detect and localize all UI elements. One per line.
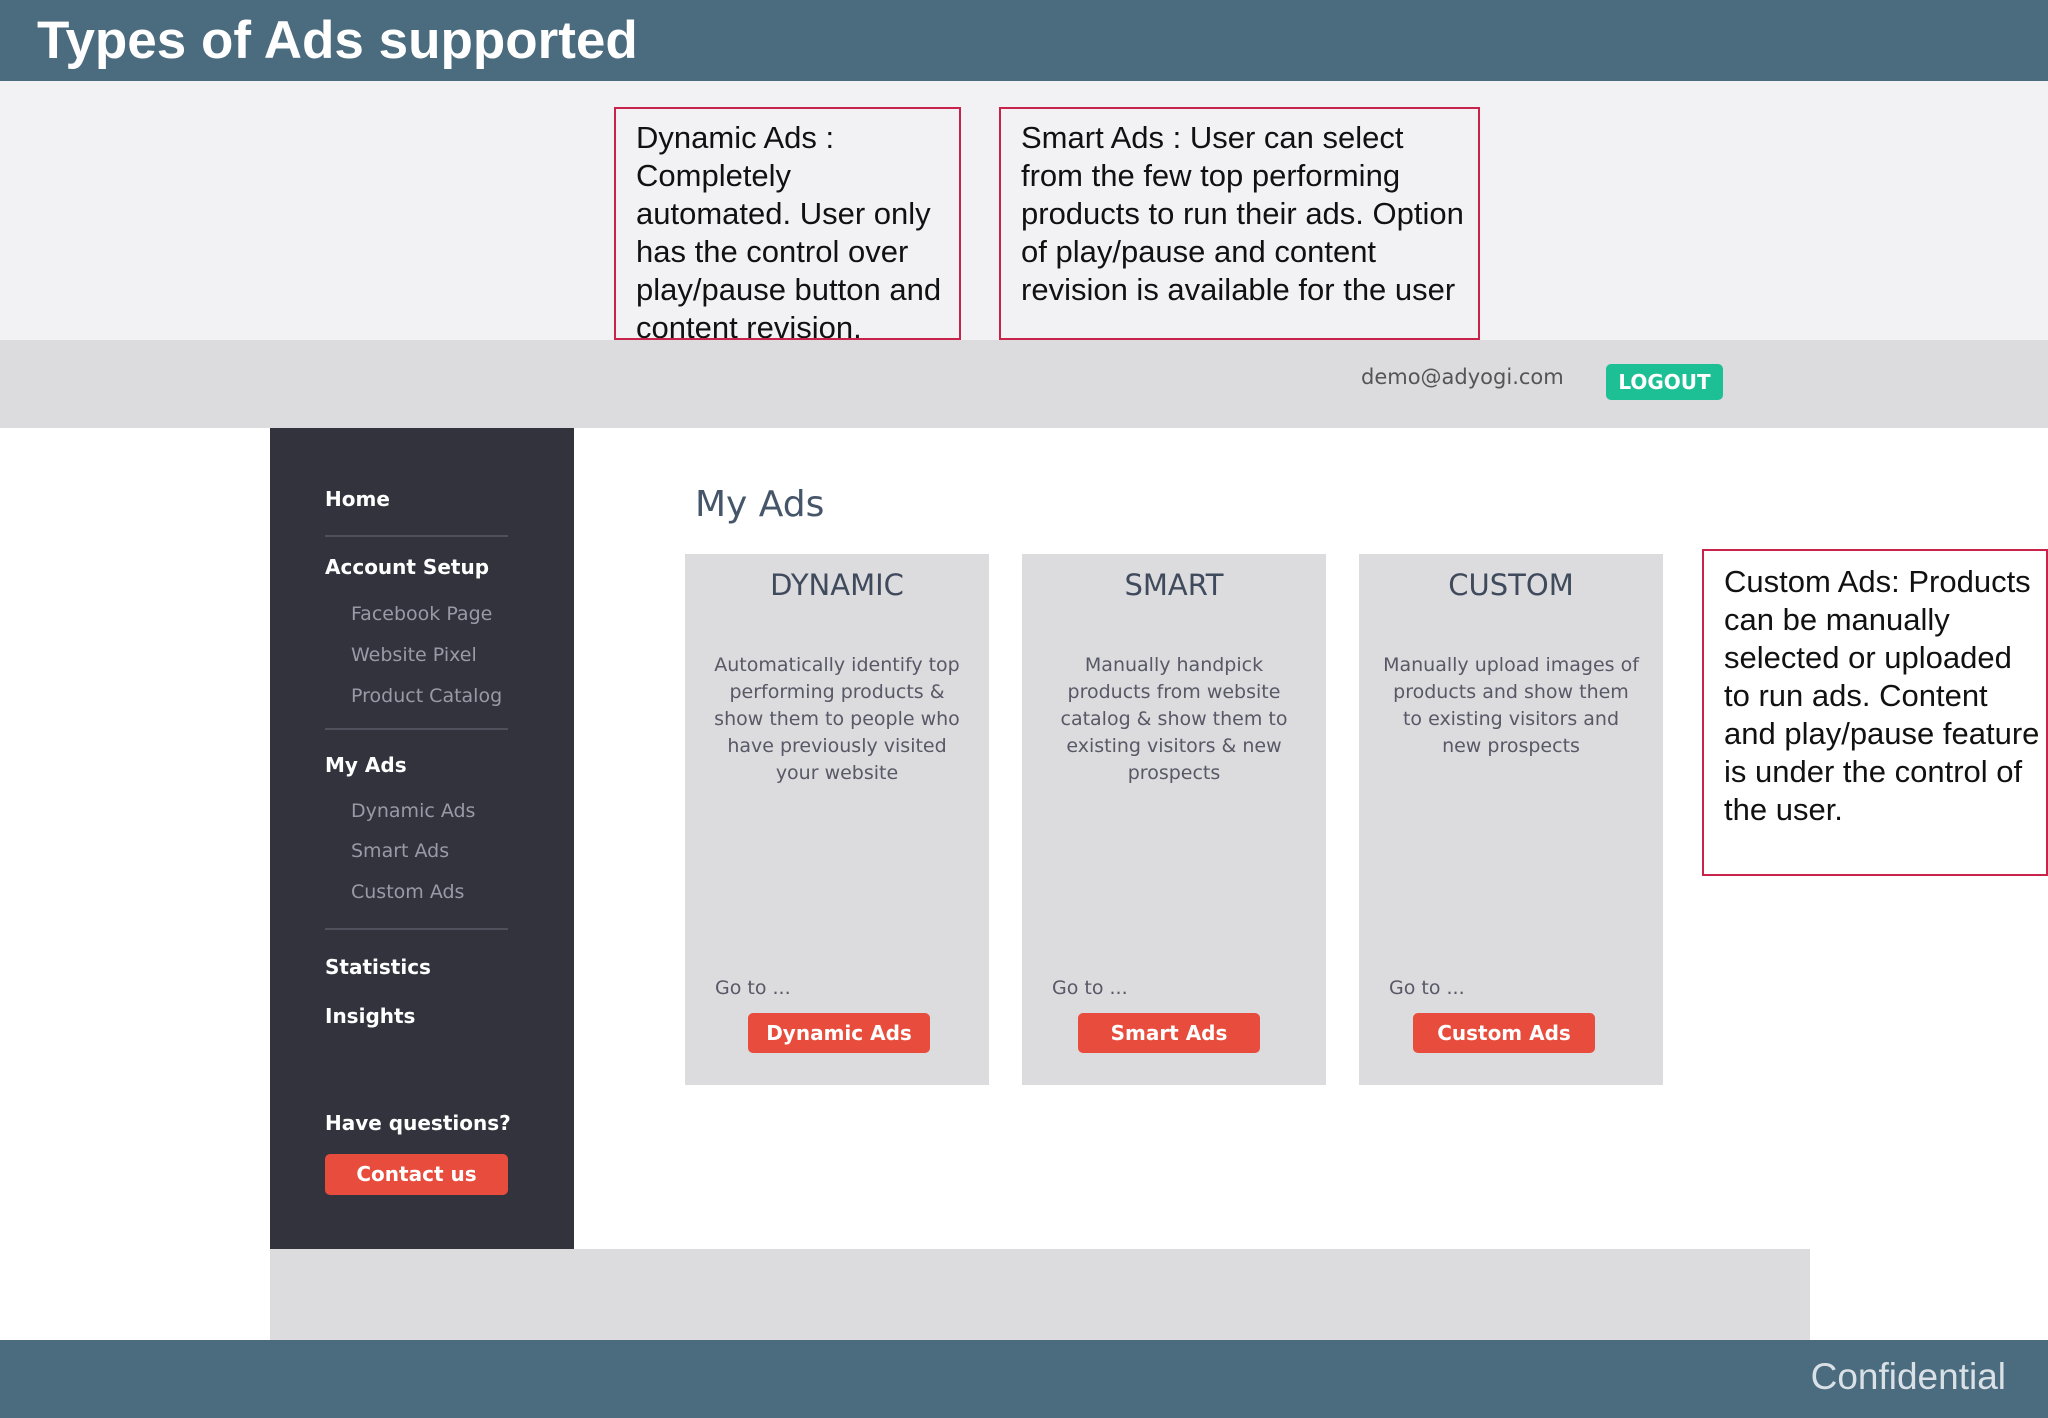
sidebar-item-website-pixel[interactable]: Website Pixel — [351, 644, 477, 666]
sidebar-divider — [325, 728, 508, 730]
page-title: My Ads — [695, 484, 825, 525]
callout-smart-ads: Smart Ads : User can select from the few… — [999, 107, 1480, 340]
sidebar-item-account-setup[interactable]: Account Setup — [325, 555, 489, 579]
confidential-label: Confidential — [1810, 1356, 2006, 1397]
ad-card-smart: SMART Manually handpick products from we… — [1022, 554, 1326, 1085]
logout-button[interactable]: LOGOUT — [1606, 364, 1723, 400]
callout-custom-ads: Custom Ads: Products can be manually sel… — [1702, 549, 2048, 876]
card-description: Manually upload images of products and s… — [1383, 654, 1639, 757]
sidebar-item-custom-ads[interactable]: Custom Ads — [351, 881, 464, 903]
sidebar-divider — [325, 928, 508, 930]
dynamic-ads-button[interactable]: Dynamic Ads — [748, 1013, 930, 1053]
card-description: Automatically identify top performing pr… — [714, 654, 960, 784]
ad-card-dynamic: DYNAMIC Automatically identify top perfo… — [685, 554, 989, 1085]
callout-dynamic-ads: Dynamic Ads : Completely automated. User… — [614, 107, 961, 340]
sidebar-item-dynamic-ads[interactable]: Dynamic Ads — [351, 800, 475, 822]
app-header — [0, 340, 2048, 428]
custom-ads-button[interactable]: Custom Ads — [1413, 1013, 1595, 1053]
card-title: DYNAMIC — [770, 568, 904, 602]
sidebar-item-my-ads[interactable]: My Ads — [325, 753, 407, 777]
sidebar-divider — [325, 535, 508, 537]
card-goto-label: Go to ... — [1052, 977, 1128, 999]
card-description: Manually handpick products from website … — [1060, 654, 1288, 784]
sidebar-item-smart-ads[interactable]: Smart Ads — [351, 840, 449, 862]
sidebar-item-statistics[interactable]: Statistics — [325, 955, 431, 979]
card-title: SMART — [1124, 568, 1224, 602]
contact-us-button[interactable]: Contact us — [325, 1154, 508, 1195]
ad-card-custom: CUSTOM Manually upload images of product… — [1359, 554, 1663, 1085]
sidebar-item-insights[interactable]: Insights — [325, 1004, 415, 1028]
card-goto-label: Go to ... — [1389, 977, 1465, 999]
have-questions-label: Have questions? — [325, 1111, 511, 1135]
app-footer — [270, 1249, 1810, 1340]
bottom-bar — [0, 1340, 2048, 1418]
user-email: demo@adyogi.com — [1361, 365, 1564, 389]
smart-ads-button[interactable]: Smart Ads — [1078, 1013, 1260, 1053]
sidebar-item-product-catalog[interactable]: Product Catalog — [351, 685, 502, 707]
slide-title: Types of Ads supported — [37, 11, 638, 70]
card-goto-label: Go to ... — [715, 977, 791, 999]
card-title: CUSTOM — [1448, 568, 1574, 602]
sidebar-item-facebook-page[interactable]: Facebook Page — [351, 603, 492, 625]
sidebar-item-home[interactable]: Home — [325, 487, 390, 511]
